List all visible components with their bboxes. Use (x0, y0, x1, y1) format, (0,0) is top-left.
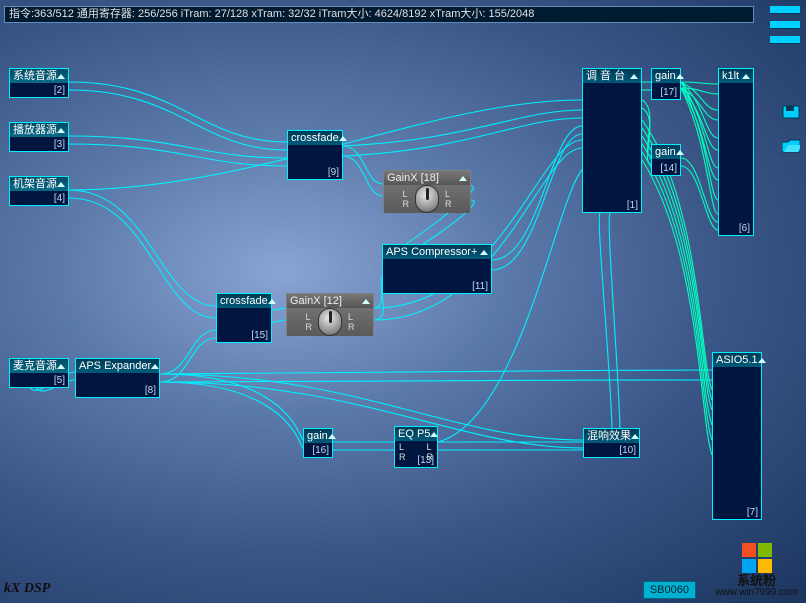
node-title: APS Compressor+ (383, 245, 491, 259)
node-player-source[interactable]: 播放器源 [3] (9, 122, 69, 152)
node-title: EQ P5 (395, 427, 437, 441)
node-gain-16[interactable]: gain [16] (303, 428, 333, 458)
collapse-icon[interactable] (328, 434, 336, 439)
node-title: APS Expander (76, 359, 159, 373)
node-title: 系统音源 (10, 69, 68, 83)
watermark-url: www.win7999.com (715, 587, 798, 599)
collapse-icon[interactable] (676, 150, 684, 155)
lr-in: LR (306, 313, 313, 332)
windows-logo-icon (742, 543, 772, 573)
collapse-icon[interactable] (339, 136, 347, 141)
node-gain-14[interactable]: gain [14] (651, 144, 681, 176)
node-reverb[interactable]: 混响效果 [10] (583, 428, 640, 458)
node-gain-17[interactable]: gain [17] (651, 68, 681, 100)
brand-label: kX DSP (4, 581, 50, 597)
node-title: k1lt (719, 69, 753, 83)
node-k1lt[interactable]: k1lt [6] (718, 68, 754, 236)
gain-knob[interactable] (415, 185, 439, 213)
node-expander[interactable]: APS Expander [8] (75, 358, 160, 398)
node-asio[interactable]: ASIO5.1 [7] (712, 352, 762, 520)
collapse-icon[interactable] (57, 74, 65, 79)
node-eq[interactable]: EQ P5 LR LR [13] (394, 426, 438, 468)
collapse-icon[interactable] (362, 299, 370, 304)
lr-out: LR (348, 313, 355, 332)
node-crossfade-15[interactable]: crossfade [15] (216, 293, 272, 343)
collapse-icon[interactable] (151, 364, 159, 369)
lr-in: LR (399, 443, 406, 465)
node-compressor[interactable]: APS Compressor+ [11] (382, 244, 492, 294)
node-title: 播放器源 (10, 123, 68, 137)
collapse-icon[interactable] (631, 434, 639, 439)
node-mic-source[interactable]: 麦克音源 [5] (9, 358, 69, 388)
device-badge: SB0060 (643, 581, 696, 599)
node-crossfade-9[interactable]: crossfade [9] (287, 130, 343, 180)
node-title: 混响效果 (584, 429, 639, 443)
node-title: 麦克音源 (10, 359, 68, 373)
collapse-icon[interactable] (480, 250, 488, 255)
lr-out: LR (445, 190, 452, 209)
collapse-icon[interactable] (57, 128, 65, 133)
collapse-icon[interactable] (268, 299, 276, 304)
node-title: gain (652, 145, 680, 159)
collapse-icon[interactable] (630, 74, 638, 79)
node-title: gain (652, 69, 680, 83)
lr-out: LR (427, 443, 434, 465)
collapse-icon[interactable] (742, 74, 750, 79)
collapse-icon[interactable] (676, 74, 684, 79)
node-title: GainX [12] (287, 294, 373, 308)
node-title: 调 音 台 (583, 69, 641, 83)
node-gainx-18[interactable]: GainX [18] LR LR (383, 170, 471, 212)
node-gainx-12[interactable]: GainX [12] LR LR (286, 293, 374, 335)
collapse-icon[interactable] (758, 358, 766, 363)
node-title: gain (304, 429, 332, 443)
node-title: GainX [18] (384, 171, 470, 185)
watermark-title: 系统粉 (715, 575, 798, 587)
node-title: crossfade (288, 131, 342, 145)
collapse-icon[interactable] (57, 364, 65, 369)
node-system-source[interactable]: 系统音源 [2] (9, 68, 69, 98)
lr-in: LR (403, 190, 410, 209)
patch-canvas[interactable]: 系统音源 [2] 播放器源 [3] 机架音源 [4] 麦克音源 [5] APS … (0, 0, 806, 603)
collapse-icon[interactable] (430, 432, 438, 437)
node-title: crossfade (217, 294, 271, 308)
node-mixer[interactable]: 调 音 台 [1] (582, 68, 642, 213)
watermark: 系统粉 www.win7999.com (715, 543, 798, 599)
gain-knob[interactable] (318, 308, 342, 336)
node-title: 机架音源 (10, 177, 68, 191)
collapse-icon[interactable] (459, 176, 467, 181)
node-title: ASIO5.1 (713, 353, 761, 367)
node-rack-source[interactable]: 机架音源 [4] (9, 176, 69, 206)
collapse-icon[interactable] (57, 182, 65, 187)
wire-layer (0, 0, 806, 603)
